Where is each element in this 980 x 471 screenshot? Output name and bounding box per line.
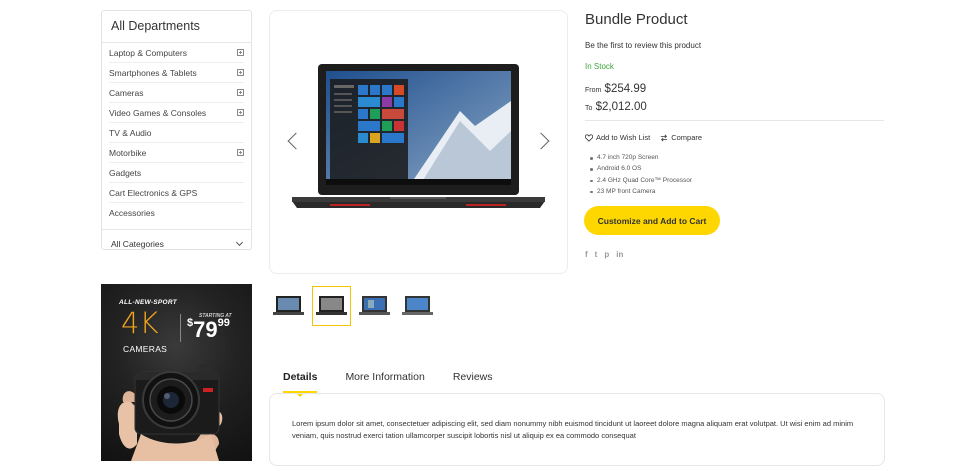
compare-button[interactable]: Compare [660,133,702,142]
dept-item-label: Smartphones & Tablets [109,67,197,78]
add-to-wishlist-button[interactable]: Add to Wish List [585,133,650,142]
expand-icon[interactable] [237,149,244,156]
dept-item-label: Gadgets [109,167,142,178]
thumbnail-active[interactable] [312,286,351,326]
customize-add-to-cart-button[interactable]: Customize and Add to Cart [584,206,720,235]
thumbnail[interactable] [398,286,437,326]
twitter-icon[interactable]: t [595,250,598,259]
details-panel: Lorem ipsum dolor sit amet, consectetuer… [269,393,885,466]
linkedin-icon[interactable]: in [616,250,623,259]
dept-item-label: Accessories [109,208,155,218]
dept-item-laptops[interactable]: Laptop & Computers [109,43,244,63]
dept-item-label: TV & Audio [109,127,152,138]
dept-item-gadgets[interactable]: Gadgets [109,163,244,183]
pinterest-icon[interactable]: p [604,250,609,259]
dept-item-label: Motorbike [109,147,147,158]
product-tabs: Details More Information Reviews [269,366,521,397]
departments-title: All Departments [102,11,251,43]
feature-item: 2.4 GHz Quad Core™ Processor [590,175,692,186]
social-share: f t p in [585,250,623,259]
divider [585,120,884,121]
feature-list: 4.7 inch 720p Screen Android 6.0 OS 2.4 … [590,152,692,197]
expand-icon[interactable] [237,89,244,96]
dept-item-motorbike[interactable]: Motorbike [109,143,244,163]
expand-icon[interactable] [237,69,244,76]
dept-item-cart-electronics[interactable]: Cart Electronics & GPS [109,183,244,203]
dept-item-label: Cart Electronics & GPS [109,187,198,198]
promo-banner[interactable]: ALL-NEW-SPORT 4K STARTING AT $7999 CAMER… [101,284,252,461]
stock-status: In Stock [585,62,614,71]
dept-item-label: Laptop & Computers [109,47,187,58]
thumbnail[interactable] [355,286,394,326]
expand-icon[interactable] [237,49,244,56]
feature-item: Android 6.0 OS [590,163,692,174]
feature-item: 4.7 inch 720p Screen [590,152,692,163]
gallery-thumbnails [269,286,437,326]
departments-list: Laptop & Computers Smartphones & Tablets… [102,43,251,223]
thumbnail[interactable] [269,286,308,326]
dept-item-accessories[interactable]: Accessories [109,203,244,223]
tab-details[interactable]: Details [283,366,318,397]
facebook-icon[interactable]: f [585,250,588,259]
feature-item: 23 MP front Camera [590,186,692,197]
dept-item-label: Cameras [109,87,144,98]
compare-icon [661,134,668,141]
all-categories-dropdown[interactable]: All Categories [102,229,251,257]
product-actions: Add to Wish List Compare [585,133,702,142]
expand-icon[interactable] [237,109,244,116]
compare-label: Compare [671,133,703,142]
price-from: From $254.99 [585,83,647,95]
review-link[interactable]: Be the first to review this product [585,41,701,50]
tab-more-information[interactable]: More Information [345,366,424,392]
departments-menu: All Departments Laptop & Computers Smart… [101,10,252,250]
product-main-image[interactable] [270,11,569,275]
chevron-down-icon [235,238,244,246]
product-gallery [269,10,568,274]
heart-icon [585,133,593,142]
dept-item-smartphones[interactable]: Smartphones & Tablets [109,63,244,83]
tab-reviews[interactable]: Reviews [453,366,493,392]
dept-item-video-games[interactable]: Video Games & Consoles [109,103,244,123]
dept-item-tv-audio[interactable]: TV & Audio [109,123,244,143]
price-to: To $2,012.00 [585,101,647,113]
wishlist-label: Add to Wish List [596,133,651,142]
all-categories-label: All Categories [111,238,164,249]
product-title: Bundle Product [585,11,688,28]
dept-item-cameras[interactable]: Cameras [109,83,244,103]
camera-in-hand-image [117,364,223,461]
dept-item-label: Video Games & Consoles [109,107,207,118]
